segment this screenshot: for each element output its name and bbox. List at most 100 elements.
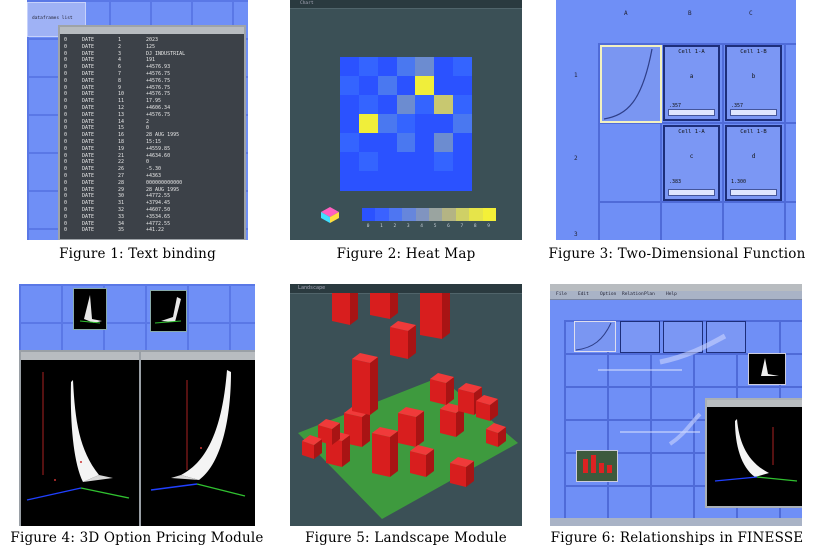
- option-thumbnail-1[interactable]: [73, 288, 107, 330]
- table-cell: 28 AUG 1995: [146, 132, 180, 139]
- heat-cell: [377, 133, 398, 153]
- table-cell: 0: [64, 43, 68, 50]
- cell-widget-d[interactable]: Cell 1-B d 1.300: [725, 125, 782, 201]
- window-title-bar[interactable]: [707, 400, 802, 407]
- heat-cell: [396, 95, 416, 115]
- heat-cell: [453, 171, 473, 191]
- table-cell: 0: [64, 186, 68, 193]
- option-thumbnail-2[interactable]: [150, 290, 187, 332]
- table-cell: +4576.75: [146, 111, 171, 118]
- landscape-3d-bars: [298, 293, 518, 519]
- option-pricing-window-2[interactable]: [139, 350, 255, 526]
- table-cell: 0: [64, 125, 68, 132]
- table-cell: DATE: [82, 179, 95, 186]
- heat-cell: [340, 152, 360, 172]
- figure-4-caption: Figure 4: 3D Option Pricing Module: [0, 530, 274, 546]
- cell-widget-b[interactable]: Cell 1-B b .357: [725, 45, 782, 121]
- window-title-bar[interactable]: [141, 352, 255, 360]
- legend-tick: 5: [433, 224, 437, 229]
- table-cell: 0: [64, 152, 68, 159]
- figure-4-image: [19, 284, 255, 526]
- table-cell: DATE: [82, 186, 95, 193]
- table-cell: 0: [64, 91, 68, 98]
- table-cell: 13: [118, 111, 125, 118]
- heat-cell: [358, 171, 379, 191]
- cell-widget-c[interactable]: Cell 1-A c .383: [663, 125, 720, 201]
- table-cell: 21: [118, 152, 125, 159]
- text-table: 0 DATE 1 2023 0 DATE 2 125 0 DATE 3 DJ INDUSTRIAL 0 D…: [64, 37, 240, 235]
- cell-bar: [730, 189, 777, 196]
- landscape-bar: [390, 321, 416, 359]
- table-cell: DATE: [82, 145, 95, 152]
- heat-cell: [453, 114, 473, 134]
- cell-widget-a[interactable]: Cell 1-A a .357: [663, 45, 720, 121]
- landscape-bar: [420, 293, 450, 339]
- legend-swatch: [482, 208, 497, 221]
- table-cell: 0: [64, 98, 68, 105]
- option-surface-plot: [26, 372, 130, 501]
- table-cell: DATE: [82, 200, 95, 207]
- function-plot-cell[interactable]: [600, 45, 662, 123]
- table-cell: 0: [64, 207, 68, 213]
- table-cell: 12: [118, 105, 125, 111]
- table-cell: DATE: [82, 91, 95, 98]
- heat-cell: [377, 57, 398, 77]
- legend-tick: 2: [393, 224, 397, 229]
- window-title-bar[interactable]: [60, 27, 244, 34]
- landscape-bar: [370, 293, 398, 319]
- table-cell: +4576.93: [146, 64, 171, 71]
- table-cell: 0: [64, 145, 68, 152]
- option-thumbnail[interactable]: [748, 353, 786, 385]
- window-title-bar[interactable]: [21, 352, 139, 360]
- heat-cell: [415, 57, 435, 77]
- option-pricing-window[interactable]: [705, 398, 802, 508]
- option-pricing-window-1[interactable]: [19, 350, 141, 526]
- legend-tick: 3: [406, 224, 410, 229]
- table-cell: 11: [118, 98, 125, 105]
- cell-value: 1.300: [731, 179, 747, 185]
- table-cell: 26: [118, 166, 125, 173]
- table-cell: DATE: [82, 50, 95, 57]
- heat-cell: [396, 57, 416, 77]
- window-title-bar[interactable]: Chart: [290, 0, 522, 9]
- table-cell: 19: [118, 145, 125, 152]
- text-binding-window[interactable]: 0 DATE 1 2023 0 DATE 2 125 0 DATE 3 DJ INDUSTRIAL 0 D…: [58, 25, 246, 240]
- table-cell: 0: [64, 37, 68, 43]
- cell-value: .383: [669, 179, 682, 185]
- table-cell: 32: [118, 207, 125, 213]
- landscape-bar: [352, 353, 378, 415]
- table-cell: DATE: [82, 152, 95, 159]
- heat-cell: [340, 76, 360, 96]
- landscape-bar: [332, 293, 358, 325]
- figure-number: Figure 4:: [10, 530, 76, 546]
- table-cell: DJ INDUSTRIAL: [146, 50, 186, 57]
- table-cell: 0: [64, 111, 68, 118]
- figure-title: Text binding: [128, 246, 216, 262]
- landscape-bar: [398, 407, 424, 447]
- table-cell: 2: [118, 43, 122, 50]
- table-cell: 31: [118, 200, 125, 207]
- table-cell: 0: [64, 139, 68, 145]
- table-cell: +4634.60: [146, 152, 171, 159]
- bars-thumbnail: [583, 455, 612, 473]
- cell-header: Cell 1-A: [678, 49, 705, 55]
- legend-swatch: [429, 208, 443, 221]
- table-cell: DATE: [82, 64, 95, 71]
- table-cell: 0: [64, 132, 68, 139]
- row-label-1: 1: [574, 72, 578, 79]
- table-cell: 15: [118, 125, 125, 132]
- legend-tick: 1: [380, 224, 383, 229]
- cell-bar: [730, 109, 777, 116]
- window-title: Landscape: [298, 285, 326, 291]
- landscape-thumbnail[interactable]: [576, 450, 618, 482]
- heat-cell: [453, 95, 473, 115]
- table-cell: DATE: [82, 98, 95, 105]
- table-cell: 0: [64, 193, 68, 200]
- option-surface-plot: [150, 370, 246, 497]
- cell-header: Cell 1-A: [678, 129, 705, 135]
- heat-cell: [434, 57, 454, 77]
- table-cell: DATE: [82, 207, 95, 213]
- table-cell: DATE: [82, 166, 95, 173]
- table-cell: +4772.55: [146, 220, 171, 227]
- heat-cell: [434, 114, 454, 134]
